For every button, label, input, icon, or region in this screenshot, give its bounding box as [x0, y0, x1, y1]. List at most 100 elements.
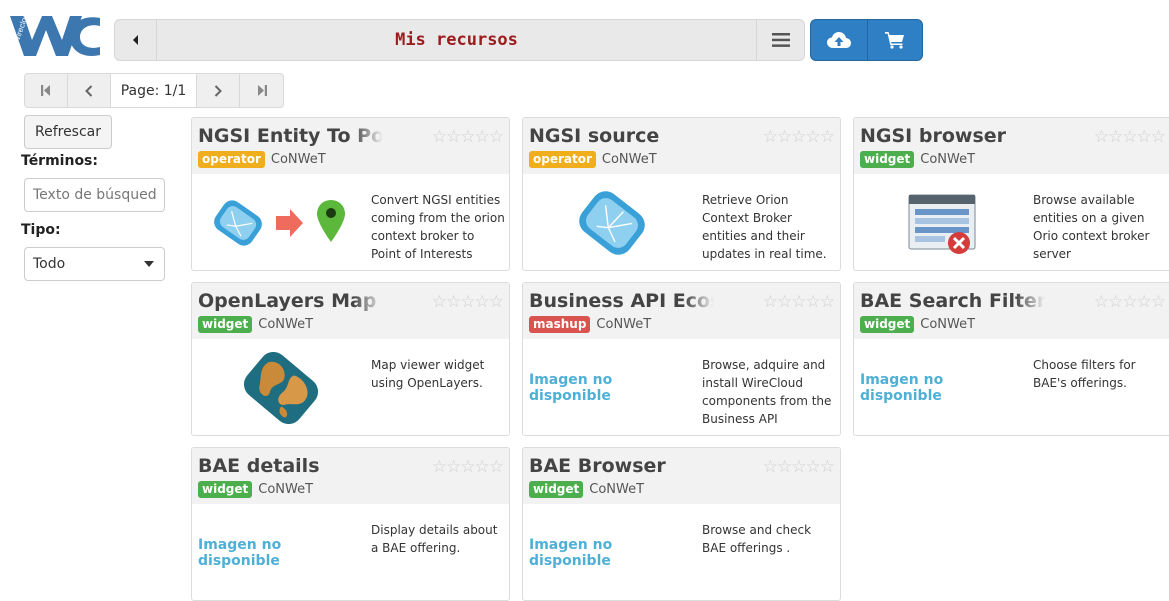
no-image-label: Imagen no disponible [860, 372, 944, 404]
previous-page-button[interactable] [68, 74, 111, 107]
vendor-name: CoNWeT [589, 482, 645, 497]
rating-stars: ☆☆☆☆☆ [1093, 127, 1166, 147]
vendor-name: CoNWeT [258, 482, 314, 497]
type-badge: operator [198, 151, 265, 168]
type-badge: widget [198, 481, 253, 498]
last-page-icon [257, 85, 267, 96]
type-badge: mashup [529, 316, 591, 333]
card-header: NGSI browser ☆☆☆☆☆ widget CoNWeT [854, 118, 1169, 174]
resource-thumbnail: Imagen no disponible [198, 510, 363, 596]
vendor-name: CoNWeT [920, 317, 976, 332]
resource-thumbnail [529, 180, 694, 266]
resource-card[interactable]: OpenLayers Map ☆☆☆☆☆ widget CoNWeT Map v… [191, 282, 510, 436]
rating-stars: ☆☆☆☆☆ [431, 292, 504, 312]
caret-left-icon [132, 35, 138, 45]
resource-name: NGSI Entity To PoI [198, 125, 383, 147]
rating-stars: ☆☆☆☆☆ [762, 127, 835, 147]
resource-name: NGSI browser [860, 125, 1045, 147]
resource-name: BAE details [198, 455, 383, 477]
resource-card[interactable]: NGSI Entity To PoI ☆☆☆☆☆ operator CoNWeT… [191, 117, 510, 271]
vendor-name: CoNWeT [601, 152, 657, 167]
first-page-icon [41, 85, 50, 96]
type-badge: widget [860, 151, 915, 168]
page-indicator: Page: 1/1 [111, 74, 197, 107]
resource-card[interactable]: NGSI browser ☆☆☆☆☆ widget CoNWeT Browse … [853, 117, 1169, 271]
type-badge: widget [198, 316, 253, 333]
resource-description: Browse, adquire and install WireCloud co… [702, 358, 832, 426]
map-icon [243, 351, 318, 425]
resource-name: BAE Search Filters [860, 290, 1045, 312]
terms-label: Términos: [21, 153, 98, 169]
type-badge: widget [860, 316, 915, 333]
resource-description: Browse and check BAE offerings . [702, 523, 812, 555]
resource-card[interactable]: BAE details ☆☆☆☆☆ widget CoNWeT Imagen n… [191, 447, 510, 601]
card-header: NGSI Entity To PoI ☆☆☆☆☆ operator CoNWeT [192, 118, 509, 174]
no-image-label: Imagen no disponible [198, 537, 282, 569]
type-select-value: Todo [33, 256, 66, 272]
card-header: Business API Ecosystem ☆☆☆☆☆ mashup CoNW… [523, 283, 840, 339]
card-header: BAE Search Filters ☆☆☆☆☆ widget CoNWeT [854, 283, 1169, 339]
caret-down-icon [144, 261, 154, 267]
resource-card[interactable]: Business API Ecosystem ☆☆☆☆☆ mashup CoNW… [522, 282, 841, 436]
pagination: Page: 1/1 [24, 73, 284, 108]
resource-thumbnail: Imagen no disponible [860, 345, 1025, 431]
rating-stars: ☆☆☆☆☆ [431, 127, 504, 147]
action-buttons [810, 19, 923, 61]
no-image-label: Imagen no disponible [529, 372, 613, 404]
resource-name: BAE Browser [529, 455, 714, 477]
resource-description: Browse available entities on a given Ori… [1033, 193, 1150, 261]
resource-thumbnail: Imagen no disponible [529, 345, 694, 431]
vendor-name: CoNWeT [258, 317, 314, 332]
chevron-left-icon [85, 84, 93, 97]
no-image-label: Imagen no disponible [529, 537, 613, 569]
resource-thumbnail [198, 180, 363, 266]
header-bar: Mis recursos [114, 19, 805, 61]
upload-button[interactable] [811, 20, 867, 60]
browser-icon [908, 194, 975, 254]
resource-card[interactable]: BAE Browser ☆☆☆☆☆ widget CoNWeT Imagen n… [522, 447, 841, 601]
resource-thumbnail: Imagen no disponible [529, 510, 694, 596]
resource-card[interactable]: BAE Search Filters ☆☆☆☆☆ widget CoNWeT I… [853, 282, 1169, 436]
resource-description: Convert NGSI entities coming from the or… [371, 193, 505, 261]
card-header: NGSI source ☆☆☆☆☆ operator CoNWeT [523, 118, 840, 174]
type-select[interactable]: Todo [24, 247, 165, 281]
cart-icon [884, 32, 904, 49]
resource-thumbnail [860, 180, 1025, 266]
cart-button[interactable] [866, 20, 923, 60]
wirecloud-logo: Wirecloud [8, 8, 104, 62]
rating-stars: ☆☆☆☆☆ [762, 457, 835, 477]
rating-stars: ☆☆☆☆☆ [1093, 292, 1166, 312]
search-input[interactable] [24, 178, 165, 212]
resource-description: Choose filters for BAE's offerings. [1033, 358, 1136, 390]
resource-thumbnail [198, 345, 363, 431]
hamburger-icon [771, 33, 790, 47]
resource-name: Business API Ecosystem [529, 290, 714, 312]
rating-stars: ☆☆☆☆☆ [762, 292, 835, 312]
type-badge: operator [529, 151, 596, 168]
vendor-name: CoNWeT [270, 152, 326, 167]
resource-name: OpenLayers Map [198, 290, 383, 312]
menu-button[interactable] [756, 20, 804, 60]
resource-description: Display details about a BAE offering. [371, 523, 498, 555]
refresh-button[interactable]: Refrescar [24, 115, 112, 149]
vendor-name: CoNWeT [920, 152, 976, 167]
page-title: Mis recursos [395, 30, 518, 50]
resource-name: NGSI source [529, 125, 714, 147]
last-page-button[interactable] [240, 74, 283, 107]
cloud-upload-icon [826, 32, 851, 48]
resource-description: Map viewer widget using OpenLayers. [371, 358, 485, 390]
type-badge: widget [529, 481, 584, 498]
card-header: BAE details ☆☆☆☆☆ widget CoNWeT [192, 448, 509, 504]
resource-description: Retrieve Orion Context Broker entities a… [702, 193, 827, 261]
type-label: Tipo: [21, 222, 61, 238]
rating-stars: ☆☆☆☆☆ [431, 457, 504, 477]
ngsi-icon [578, 191, 645, 255]
back-button[interactable] [115, 20, 157, 60]
resource-card[interactable]: NGSI source ☆☆☆☆☆ operator CoNWeT Retrie… [522, 117, 841, 271]
first-page-button[interactable] [25, 74, 68, 107]
card-header: BAE Browser ☆☆☆☆☆ widget CoNWeT [523, 448, 840, 504]
vendor-name: CoNWeT [596, 317, 652, 332]
chevron-right-icon [214, 84, 222, 97]
next-page-button[interactable] [197, 74, 240, 107]
ngsi-to-poi-icon [213, 200, 345, 246]
